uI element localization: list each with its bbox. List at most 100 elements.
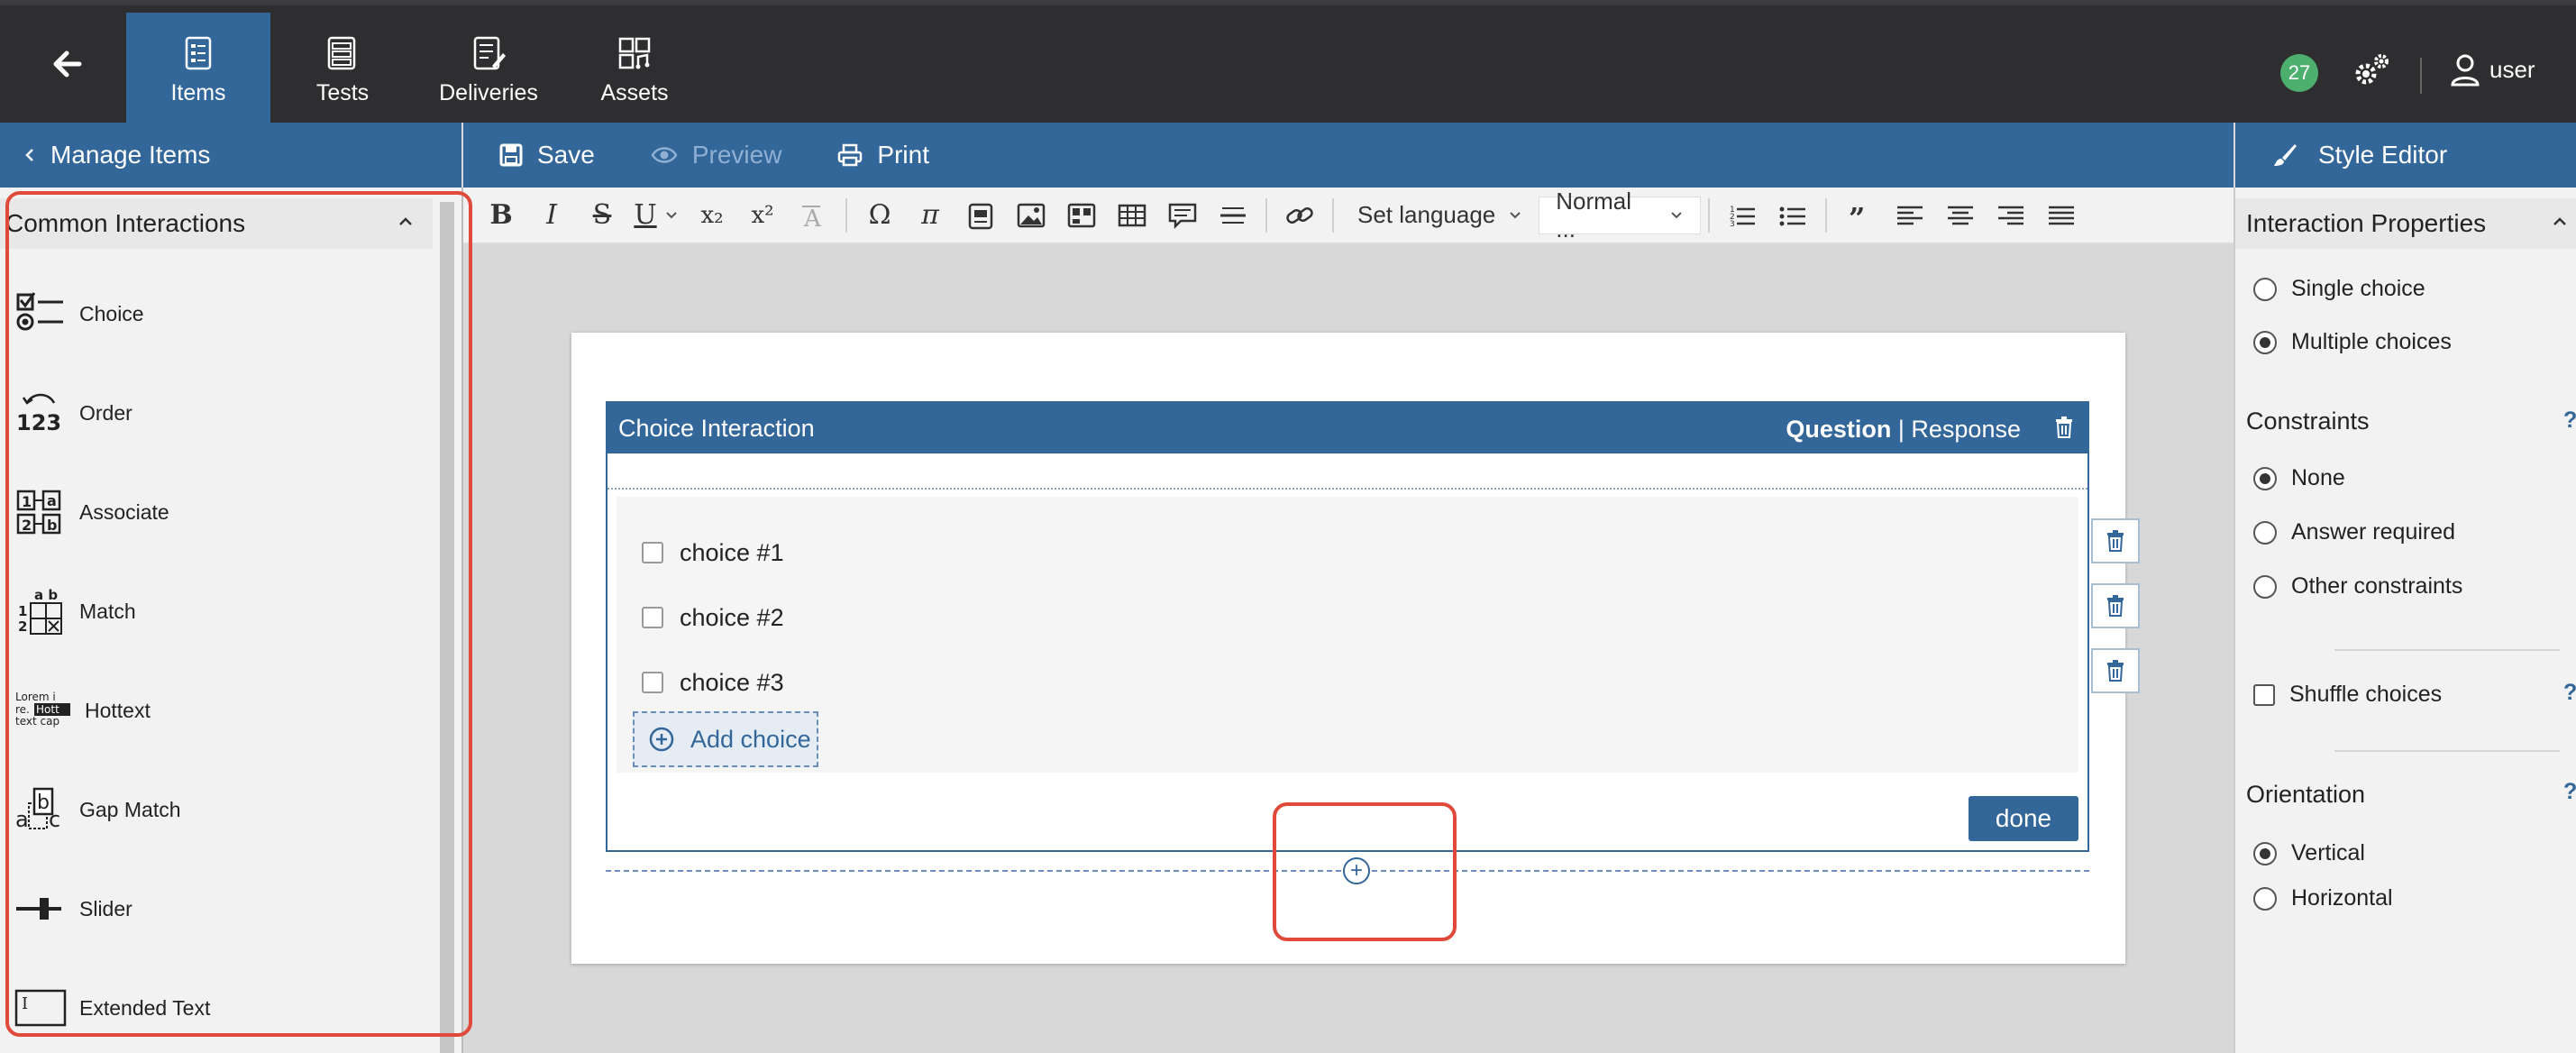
video-icon[interactable] — [1056, 197, 1107, 233]
horizontal-rule-icon[interactable] — [1208, 197, 1258, 233]
constraints-help-icon[interactable]: ? — [2563, 407, 2576, 434]
interaction-gap-match[interactable]: abc Gap Match — [14, 783, 181, 837]
prompt-editor[interactable] — [607, 453, 2087, 490]
single-choice-option[interactable]: Single choice — [2253, 276, 2425, 302]
delete-choice-3-button[interactable] — [2091, 648, 2140, 693]
align-right-icon[interactable] — [1986, 197, 2036, 233]
blockquote-icon[interactable]: ” — [1834, 197, 1885, 233]
orientation-horizontal-option[interactable]: Horizontal — [2253, 885, 2393, 911]
user-label: user — [2489, 55, 2535, 83]
media-icon[interactable] — [955, 197, 1006, 233]
print-button[interactable]: Print — [837, 141, 929, 169]
link-icon[interactable] — [1274, 197, 1325, 233]
multiple-choices-option[interactable]: Multiple choices — [2253, 329, 2452, 355]
underline-dropdown-icon[interactable] — [663, 209, 680, 222]
numbered-list-icon[interactable]: 123 — [1717, 197, 1768, 233]
preview-button[interactable]: Preview — [651, 141, 781, 169]
tab-assets[interactable]: Assets — [562, 13, 707, 128]
choice-row[interactable]: choice #3 — [642, 664, 784, 700]
special-char-button[interactable]: Ω — [854, 195, 905, 236]
style-editor-button[interactable]: Style Editor — [2235, 123, 2576, 188]
choice-row[interactable]: choice #1 — [642, 535, 784, 571]
interaction-order[interactable]: 123 Order — [14, 386, 132, 440]
tab-tests[interactable]: Tests — [270, 13, 415, 128]
align-justify-icon[interactable] — [2036, 197, 2087, 233]
align-center-icon[interactable] — [1935, 197, 1986, 233]
question-tab[interactable]: Question — [1786, 416, 1891, 443]
insert-block-button[interactable]: + — [1343, 857, 1370, 884]
superscript-button[interactable]: x² — [737, 195, 788, 236]
italic-button[interactable]: I — [526, 195, 577, 236]
tab-items[interactable]: Items — [126, 13, 270, 128]
choice-label[interactable]: choice #3 — [680, 669, 784, 697]
back-button[interactable] — [36, 32, 99, 96]
interaction-match-label: Match — [79, 599, 136, 623]
interaction-match[interactable]: a b 12 Match — [14, 584, 136, 638]
choice-checkbox[interactable] — [642, 672, 663, 693]
constraint-answer-required-radio[interactable] — [2253, 520, 2277, 545]
interaction-choice[interactable]: Choice — [14, 287, 144, 341]
add-choice-button[interactable]: Add choice — [633, 711, 818, 767]
done-button[interactable]: done — [1969, 796, 2078, 841]
choice-checkbox[interactable] — [642, 542, 663, 563]
shuffle-choices-option[interactable]: Shuffle choices — [2253, 682, 2442, 708]
interaction-properties-header[interactable]: Interaction Properties — [2235, 198, 2576, 249]
orientation-vertical-radio[interactable] — [2253, 841, 2277, 865]
underline-button[interactable]: U — [627, 195, 663, 236]
choice-checkbox[interactable] — [642, 607, 663, 628]
delete-choice-1-button[interactable] — [2091, 518, 2140, 563]
set-language-dropdown[interactable]: Set language — [1341, 197, 1539, 234]
table-icon[interactable] — [1107, 197, 1157, 233]
interaction-associate[interactable]: 1a2b Associate — [14, 485, 169, 539]
format-dropdown[interactable]: Normal ... — [1539, 188, 1702, 243]
common-interactions-header[interactable]: Common Interactions — [0, 198, 433, 249]
choice-row[interactable]: choice #2 — [642, 600, 784, 636]
constraint-other-radio[interactable] — [2253, 574, 2277, 599]
delete-interaction-trash-icon[interactable] — [2053, 416, 2075, 439]
interaction-hottext[interactable]: Lorem i re. Hott text cap Hottext — [14, 683, 151, 737]
chevron-up-icon[interactable] — [397, 213, 415, 231]
response-tab[interactable]: Response — [1911, 416, 2021, 443]
math-button[interactable]: π — [905, 195, 955, 236]
chevron-up-icon[interactable] — [2551, 213, 2569, 231]
constraint-none-option[interactable]: None — [2253, 465, 2345, 491]
orientation-help-icon[interactable]: ? — [2563, 779, 2576, 805]
interaction-extended-text[interactable]: I Extended Text — [14, 981, 210, 1035]
constraint-other-option[interactable]: Other constraints — [2253, 573, 2462, 600]
manage-items-link[interactable]: Manage Items — [50, 141, 210, 169]
user-menu[interactable]: user — [2450, 52, 2535, 87]
choice-label[interactable]: choice #2 — [680, 604, 784, 632]
multiple-choices-radio[interactable] — [2253, 330, 2277, 354]
strikethrough-button[interactable]: S — [577, 195, 627, 236]
save-label: Save — [537, 141, 595, 169]
interaction-slider[interactable]: Slider — [14, 882, 132, 936]
hottext-icon-line2: re. — [15, 703, 30, 716]
constraint-none-radio[interactable] — [2253, 466, 2277, 490]
sidebar-scrollbar[interactable] — [440, 202, 454, 1053]
save-button[interactable]: Save — [499, 141, 595, 169]
bold-button[interactable]: B — [476, 195, 526, 236]
manage-items-bar[interactable]: Manage Items — [0, 123, 461, 188]
subscript-button[interactable]: x₂ — [687, 195, 737, 236]
orientation-horizontal-radio[interactable] — [2253, 886, 2277, 911]
image-icon[interactable] — [1006, 197, 1056, 233]
orientation-vertical-option[interactable]: Vertical — [2253, 840, 2365, 866]
align-left-icon[interactable] — [1885, 197, 1935, 233]
shuffle-choices-checkbox[interactable] — [2253, 683, 2275, 706]
shuffle-help-icon[interactable]: ? — [2563, 680, 2576, 706]
delete-choice-2-button[interactable] — [2091, 583, 2140, 628]
tab-deliveries[interactable]: Deliveries — [416, 13, 561, 128]
bullet-list-icon[interactable] — [1768, 197, 1818, 233]
choice-interaction-widget[interactable]: Choice Interaction Question | Response c… — [606, 401, 2089, 852]
trash-icon — [2107, 660, 2124, 682]
choice-label[interactable]: choice #1 — [680, 539, 784, 567]
single-choice-radio[interactable] — [2253, 277, 2277, 301]
comment-icon[interactable] — [1157, 197, 1208, 233]
settings-gear-icon[interactable] — [2351, 50, 2392, 92]
toolbar-separator — [1708, 197, 1711, 233]
chevron-left-icon — [25, 149, 33, 161]
notification-badge[interactable]: 27 — [2280, 54, 2318, 92]
constraint-answer-required-option[interactable]: Answer required — [2253, 519, 2455, 545]
clear-format-icon[interactable]: A — [788, 197, 838, 233]
rich-text-toolbar: B I S U x₂ x² A Ω π Set language Normal … — [463, 188, 2233, 243]
